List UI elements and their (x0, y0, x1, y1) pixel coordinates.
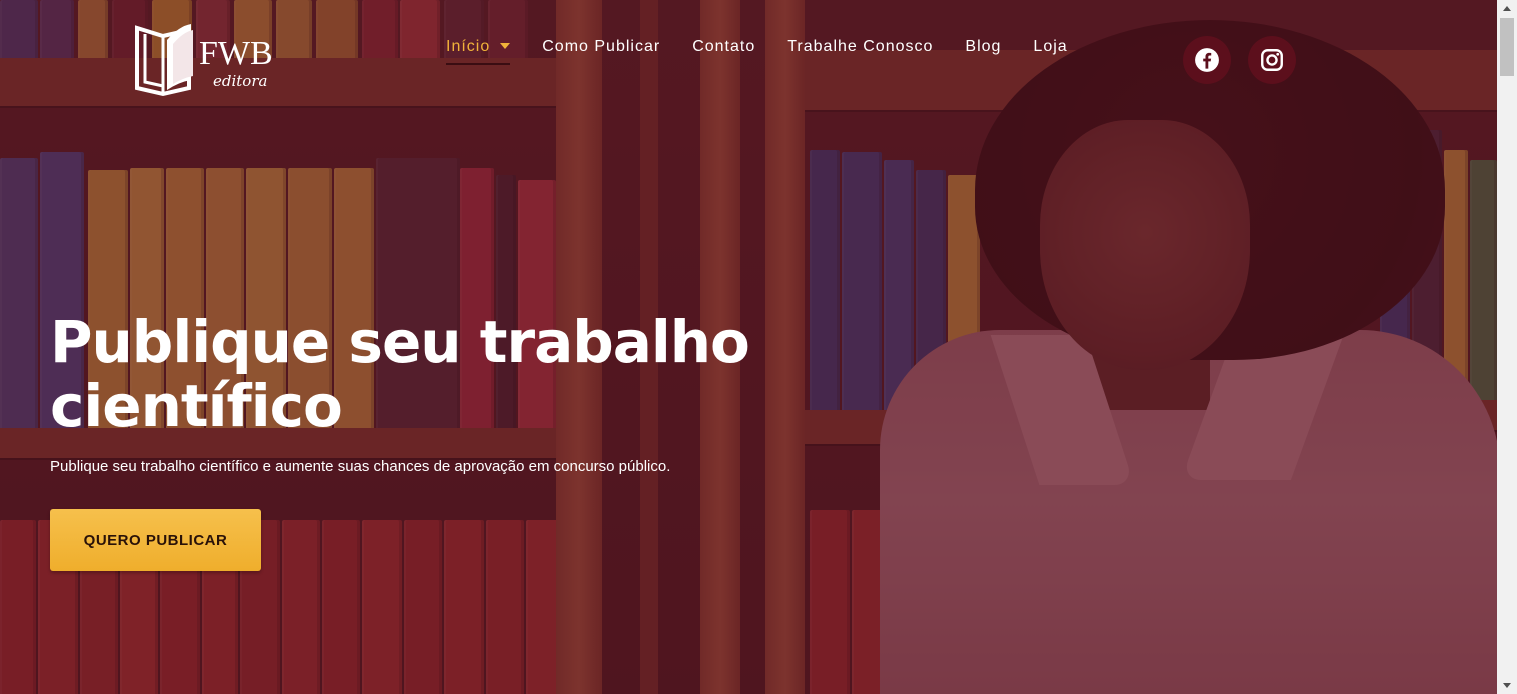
nav-item-inicio[interactable]: Início (446, 36, 511, 66)
quero-publicar-button[interactable]: QUERO PUBLICAR (50, 509, 261, 571)
nav-item-como-publicar[interactable]: Como Publicar (542, 36, 660, 66)
brand-logo[interactable]: FWB editora (133, 20, 288, 100)
scroll-down-arrow-icon[interactable] (1497, 677, 1517, 694)
nav-item-loja[interactable]: Loja (1033, 36, 1067, 66)
main-navigation: Início Como Publicar Contato Trabalhe Co… (446, 36, 1100, 66)
logo-wordmark: FWB (199, 35, 273, 72)
hero-title: Publique seu trabalho científico (50, 308, 750, 440)
nav-item-label: Contato (692, 38, 756, 55)
vertical-scrollbar[interactable] (1497, 0, 1517, 694)
nav-item-label: Início (446, 38, 491, 55)
scroll-up-arrow-icon[interactable] (1497, 0, 1517, 17)
scrollbar-thumb[interactable] (1500, 18, 1514, 76)
logo-subword: editora (213, 72, 267, 90)
nav-item-label: Como Publicar (542, 38, 661, 55)
instagram-icon (1261, 49, 1283, 71)
chevron-down-icon[interactable] (500, 42, 511, 49)
page: FWB editora Início Como Publicar Contato… (0, 0, 1517, 694)
nav-item-label: Loja (1033, 38, 1068, 55)
hero-subtitle: Publique seu trabalho científico e aumen… (50, 458, 671, 475)
nav-item-trabalhe-conosco[interactable]: Trabalhe Conosco (787, 36, 933, 66)
instagram-link[interactable] (1248, 36, 1296, 84)
facebook-link[interactable] (1183, 36, 1231, 84)
nav-item-label: Blog (965, 38, 1002, 55)
logo-book-icon: FWB editora (135, 24, 273, 97)
nav-item-blog[interactable]: Blog (965, 36, 1001, 66)
facebook-icon (1195, 48, 1219, 72)
nav-item-contato[interactable]: Contato (692, 36, 755, 66)
nav-item-label: Trabalhe Conosco (787, 38, 934, 55)
